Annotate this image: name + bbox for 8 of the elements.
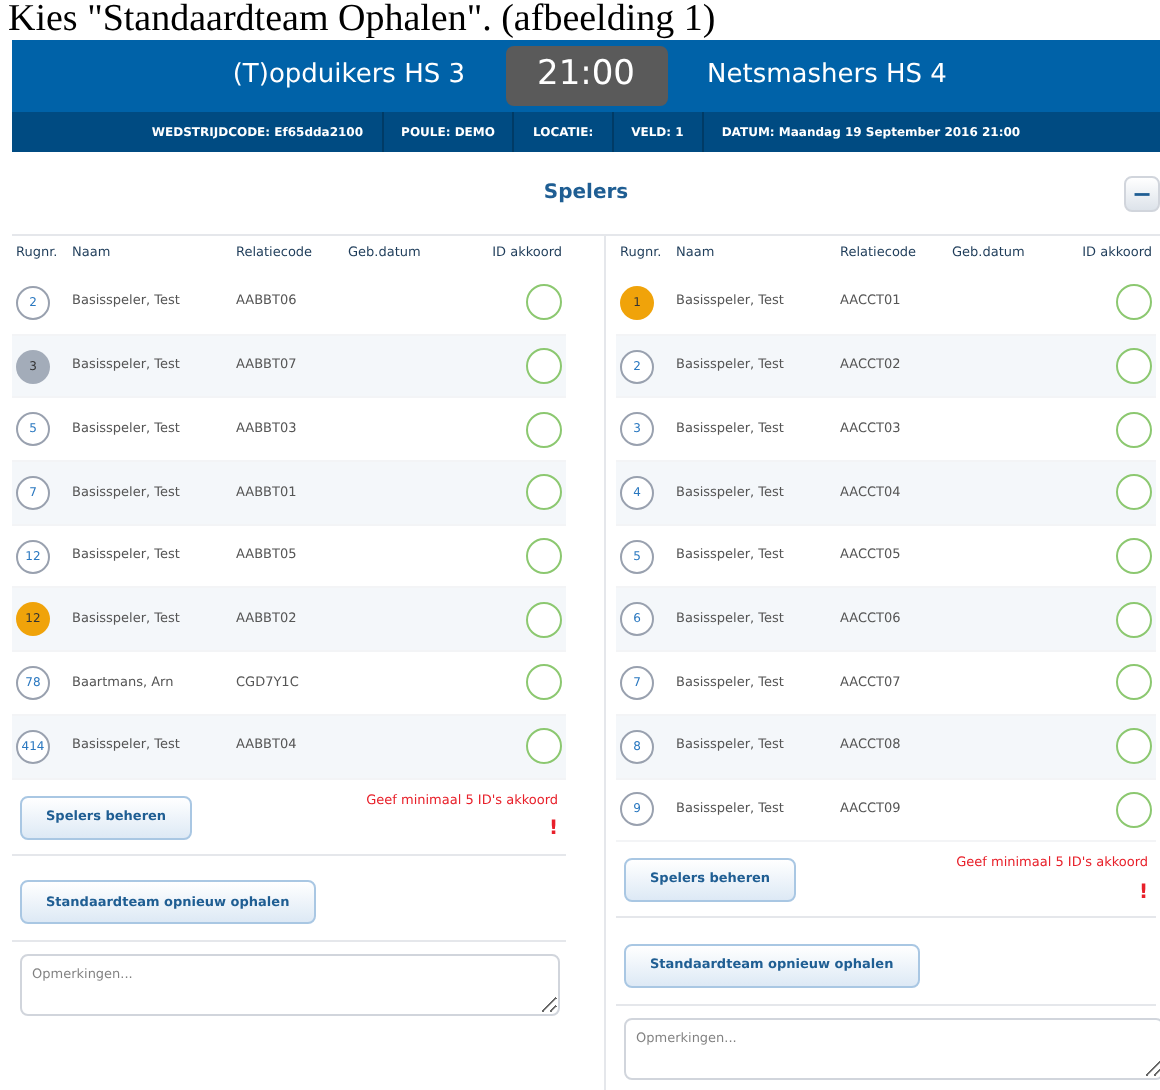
away-team: Netsmashers HS 4: [707, 58, 949, 95]
section-title: Spelers: [543, 180, 629, 208]
collapse-button[interactable]: −: [1124, 176, 1160, 212]
document-heading: Kies "Standaardteam Ophalen". (afbeelding 1): [6, 0, 718, 40]
home-team: (T)opduikers HS 3: [230, 58, 465, 95]
match-time: 21:00: [505, 46, 667, 106]
warning-icon: !: [1138, 877, 1148, 908]
warning-icon: !: [548, 814, 558, 845]
